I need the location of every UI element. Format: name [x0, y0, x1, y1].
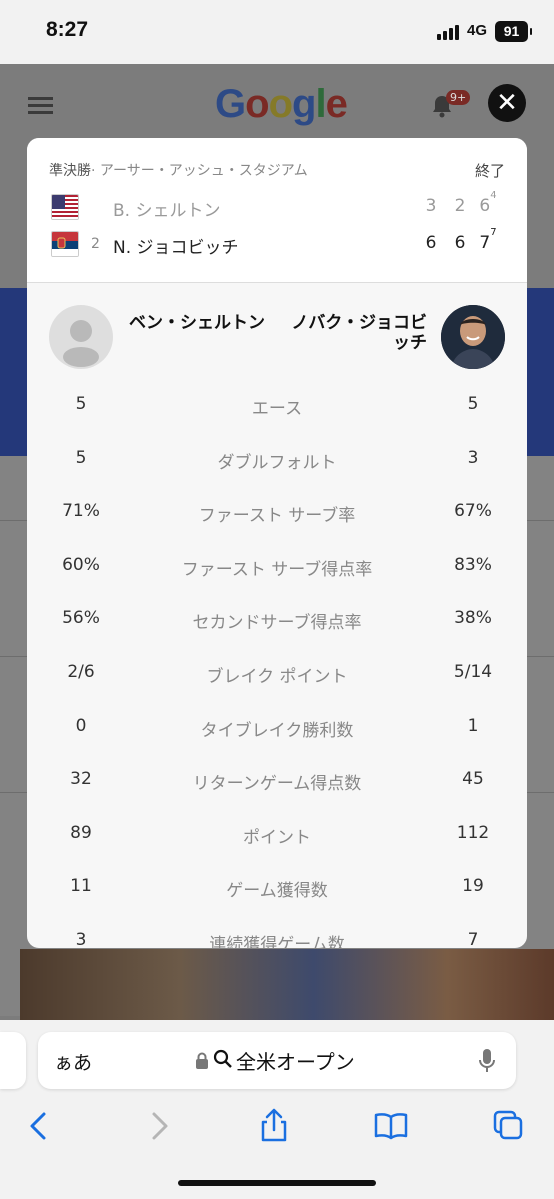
- set-score: 77: [479, 227, 497, 253]
- signal-icon: [437, 24, 463, 40]
- match-round: 準決勝· アーサー・アッシュ・スタジアム: [49, 160, 308, 180]
- stat-label: 連続獲得ゲーム数: [209, 935, 345, 948]
- menu-icon: [28, 97, 53, 115]
- previous-tab[interactable]: [0, 1032, 26, 1089]
- mic-icon[interactable]: [478, 1048, 496, 1074]
- set-score: 6: [425, 233, 437, 253]
- match-status: 終了: [474, 162, 505, 180]
- stat-row: 0 タイブレイク勝利数 1: [27, 716, 527, 770]
- network-type: 4G: [467, 22, 488, 39]
- stat-row: 3 連続獲得ゲーム数 7: [27, 930, 527, 948]
- stat-row: 5 ダブルフォルト 3: [27, 448, 527, 502]
- left-player-name: ベン・シェルトン: [129, 313, 265, 333]
- close-button[interactable]: ✕: [488, 84, 526, 122]
- notification-badge: 9+: [446, 90, 471, 105]
- stat-row: 5 エース 5: [27, 394, 527, 448]
- stat-right-value: 112: [456, 822, 490, 843]
- stat-left-value: 32: [70, 769, 92, 790]
- home-indicator: [178, 1180, 376, 1186]
- tabs-icon[interactable]: [490, 1108, 530, 1144]
- stat-left-value: 5: [75, 447, 87, 468]
- stat-label: ファースト サーブ得点率: [181, 559, 373, 580]
- stat-label: エース: [251, 399, 303, 419]
- page-settings-button[interactable]: ぁあ: [54, 1048, 92, 1075]
- stat-row: 56% セカンドサーブ得点率 38%: [27, 608, 527, 662]
- stats-header: ベン・シェルトン ノバク・ジョコビッチ: [27, 283, 527, 378]
- player-seed: 2: [91, 236, 100, 252]
- stat-right-value: 1: [467, 715, 479, 736]
- url-text: 全米オープン: [236, 1050, 355, 1074]
- stat-right-value: 5: [467, 394, 479, 414]
- stat-left-value: 89: [70, 822, 92, 843]
- player-row: B. シェルトン 3 2 64: [27, 190, 527, 223]
- stat-row: 2/6 ブレイク ポイント 5/14: [27, 662, 527, 716]
- forward-icon[interactable]: [140, 1108, 180, 1144]
- stat-label: タイブレイク勝利数: [200, 720, 354, 741]
- stat-label: ゲーム獲得数: [226, 881, 328, 902]
- stat-label: ダブルフォルト: [217, 452, 337, 473]
- stat-label: ポイント: [243, 827, 311, 848]
- scoreboard: 準決勝· アーサー・アッシュ・スタジアム 終了 B. シェルトン 3 2 64: [27, 138, 527, 283]
- avatar: [441, 305, 505, 369]
- status-time: 8:27: [46, 18, 89, 41]
- stat-left-value: 71%: [62, 501, 100, 522]
- lock-icon: [196, 1052, 208, 1069]
- stat-label: ファースト サーブ率: [198, 506, 356, 527]
- battery-icon: 91: [495, 21, 532, 42]
- stat-right-value: 45: [462, 769, 484, 790]
- stat-right-value: 7: [467, 930, 479, 948]
- set-score: 2: [454, 196, 466, 216]
- stat-left-value: 0: [75, 715, 87, 736]
- stat-right-value: 38%: [454, 608, 492, 629]
- google-logo: Google: [215, 82, 348, 126]
- share-icon[interactable]: [254, 1108, 294, 1144]
- stat-left-value: 3: [75, 930, 87, 948]
- bookmarks-icon[interactable]: [371, 1108, 411, 1144]
- stat-label: セカンドサーブ得点率: [192, 613, 362, 634]
- stat-row: 89 ポイント 112: [27, 823, 527, 877]
- background-header: Google 9+: [0, 64, 554, 144]
- set-score: 6: [454, 233, 466, 253]
- stat-right-value: 19: [462, 876, 484, 897]
- right-player-name: ノバク・ジョコビッチ: [291, 313, 427, 353]
- serbia-flag-icon: [51, 231, 79, 257]
- stat-left-value: 2/6: [67, 662, 95, 682]
- stat-right-value: 83%: [454, 554, 492, 575]
- browser-toolbar: ぁあ 全米オープン: [0, 1020, 554, 1199]
- stat-row: 71% ファースト サーブ率 67%: [27, 501, 527, 555]
- stat-label: リターンゲーム得点数: [192, 774, 362, 795]
- set-score: 64: [479, 190, 497, 216]
- stat-row: 32 リターンゲーム得点数 45: [27, 769, 527, 823]
- stat-left-value: 5: [75, 394, 87, 414]
- background-photo: [20, 949, 554, 1020]
- address-bar[interactable]: ぁあ 全米オープン: [38, 1032, 516, 1089]
- stat-right-value: 67%: [454, 501, 492, 522]
- search-icon: [213, 1049, 232, 1068]
- usa-flag-icon: [51, 194, 79, 220]
- stat-row: 60% ファースト サーブ得点率 83%: [27, 555, 527, 609]
- stat-row: 11 ゲーム獲得数 19: [27, 876, 527, 930]
- stat-left-value: 56%: [62, 608, 100, 629]
- status-bar: 8:27 4G 91: [0, 0, 554, 64]
- round-name: 準決勝: [49, 163, 91, 179]
- stat-right-value: 5/14: [453, 662, 493, 682]
- stat-left-value: 11: [70, 876, 92, 897]
- back-icon[interactable]: [22, 1108, 62, 1144]
- avatar: [49, 305, 113, 369]
- stat-left-value: 60%: [62, 554, 100, 575]
- close-icon: ✕: [496, 88, 518, 118]
- stat-right-value: 3: [467, 447, 479, 468]
- stat-label: ブレイク ポイント: [206, 667, 348, 687]
- match-stats-card: 準決勝· アーサー・アッシュ・スタジアム 終了 B. シェルトン 3 2 64: [27, 138, 527, 948]
- venue-name: · アーサー・アッシュ・スタジアム: [91, 163, 308, 179]
- set-score: 3: [425, 196, 437, 216]
- player-name: B. シェルトン: [113, 201, 221, 221]
- player-row: 2 N. ジョコビッチ 6 6 77: [27, 227, 527, 260]
- player-name: N. ジョコビッチ: [113, 238, 239, 258]
